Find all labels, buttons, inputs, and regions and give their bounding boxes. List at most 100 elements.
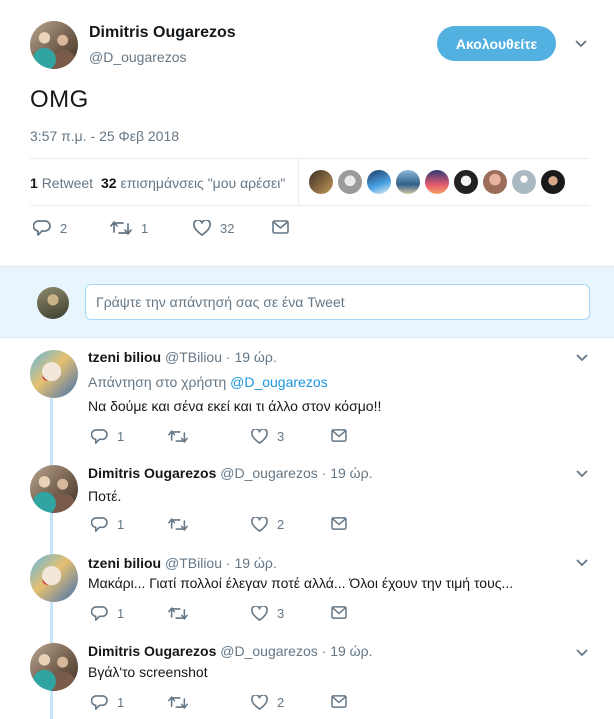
retweet-action[interactable] bbox=[168, 429, 188, 444]
retweet-action[interactable] bbox=[168, 695, 188, 710]
reply-count: 2 bbox=[60, 220, 68, 236]
like-action[interactable]: 2 bbox=[251, 517, 284, 532]
retweet-count: 1 bbox=[141, 220, 149, 236]
reply-header: Dimitris Ougarezos @D_ougarezos · 19 ώρ. bbox=[88, 465, 372, 481]
reply-action[interactable]: 2 bbox=[33, 220, 67, 236]
liker-avatar[interactable] bbox=[367, 170, 391, 194]
reply-input[interactable]: Γράψτε την απάντησή σας σε ένα Tweet bbox=[85, 284, 590, 320]
chevron-down-icon[interactable] bbox=[576, 649, 588, 657]
chevron-down-icon[interactable] bbox=[576, 559, 588, 567]
tweet-timestamp[interactable]: 3:57 π.μ. - 25 Φεβ 2018 bbox=[30, 128, 179, 144]
author-name[interactable]: Dimitris Ougarezos bbox=[89, 24, 236, 42]
liker-avatar[interactable] bbox=[512, 170, 536, 194]
reply-text: Να δούμε και σένα εκεί και τι άλλο στον … bbox=[88, 398, 382, 414]
dm-action[interactable] bbox=[331, 517, 347, 530]
reply-header: tzeni biliou @TBiliou · 19 ώρ. bbox=[88, 349, 277, 365]
reply-to-handle[interactable]: @D_ougarezos bbox=[230, 374, 328, 390]
reply-time[interactable]: · 19 ώρ. bbox=[322, 465, 373, 481]
like-icon bbox=[251, 606, 268, 621]
liker-avatar[interactable] bbox=[483, 170, 507, 194]
reply-icon bbox=[91, 606, 108, 621]
reply-tweet[interactable]: tzeni biliou @TBiliou · 19 ώρ. Μακάρι...… bbox=[0, 545, 614, 633]
reply-author-avatar[interactable] bbox=[30, 465, 78, 513]
dm-icon bbox=[331, 429, 347, 442]
reply-action[interactable]: 1 bbox=[91, 517, 124, 532]
like-action[interactable]: 32 bbox=[193, 220, 234, 236]
reply-text: Μακάρι... Γιατί πολλοί έλεγαν ποτέ αλλά.… bbox=[88, 575, 514, 591]
following-button[interactable]: Ακολουθείτε bbox=[437, 26, 556, 61]
stats-divider bbox=[298, 159, 299, 206]
tweet-stats: 1 Retweet 32 επισημάνσεις "μου αρέσει" bbox=[30, 158, 590, 206]
chevron-down-icon[interactable] bbox=[576, 470, 588, 478]
like-action[interactable]: 3 bbox=[251, 429, 284, 444]
dm-action[interactable] bbox=[331, 695, 347, 708]
retweet-action[interactable]: 1 bbox=[110, 220, 148, 236]
liker-avatars bbox=[309, 170, 570, 194]
reply-action[interactable]: 1 bbox=[91, 429, 124, 444]
reply-author-name[interactable]: tzeni biliou bbox=[88, 349, 161, 365]
reply-author-handle[interactable]: @TBiliou bbox=[165, 555, 222, 571]
reply-author-avatar[interactable] bbox=[30, 350, 78, 398]
like-action[interactable]: 2 bbox=[251, 695, 284, 710]
dm-action[interactable] bbox=[331, 429, 347, 442]
retweet-icon bbox=[110, 221, 132, 235]
liker-avatar[interactable] bbox=[454, 170, 478, 194]
tweet-text: OMG bbox=[30, 86, 89, 113]
reply-action[interactable]: 1 bbox=[91, 695, 124, 710]
liker-avatar[interactable] bbox=[425, 170, 449, 194]
liker-avatar[interactable] bbox=[309, 170, 333, 194]
reply-to-label: Απάντηση στο χρήστη bbox=[88, 374, 227, 390]
reply-author-avatar[interactable] bbox=[30, 643, 78, 691]
reply-icon bbox=[91, 429, 108, 444]
reply-tweet[interactable]: Dimitris Ougarezos @D_ougarezos · 19 ώρ.… bbox=[0, 633, 614, 719]
chevron-down-icon[interactable] bbox=[576, 354, 588, 362]
reply-time[interactable]: · 19 ώρ. bbox=[322, 643, 373, 659]
reply-author-handle[interactable]: @TBiliou bbox=[165, 349, 222, 365]
liker-avatar[interactable] bbox=[396, 170, 420, 194]
reply-author-name[interactable]: Dimitris Ougarezos bbox=[88, 465, 216, 481]
retweet-action[interactable] bbox=[168, 517, 188, 532]
likes-stat[interactable]: 32 επισημάνσεις "μου αρέσει" bbox=[101, 175, 285, 191]
reply-author-name[interactable]: tzeni biliou bbox=[88, 555, 161, 571]
retweet-icon bbox=[168, 430, 188, 443]
retweets-stat[interactable]: 1 Retweet bbox=[30, 175, 93, 191]
dm-icon bbox=[331, 517, 347, 530]
author-avatar[interactable] bbox=[30, 21, 78, 69]
retweet-icon bbox=[168, 696, 188, 709]
reply-action[interactable]: 1 bbox=[91, 606, 124, 621]
reply-time[interactable]: · 19 ώρ. bbox=[226, 555, 277, 571]
like-count: 32 bbox=[220, 220, 235, 236]
reply-author-avatar[interactable] bbox=[30, 554, 78, 602]
like-count: 2 bbox=[277, 517, 285, 532]
reply-author-handle[interactable]: @D_ougarezos bbox=[220, 465, 318, 481]
reply-icon bbox=[33, 220, 51, 236]
reply-count: 1 bbox=[117, 517, 125, 532]
like-icon bbox=[251, 517, 268, 532]
liker-avatar[interactable] bbox=[541, 170, 565, 194]
like-count: 3 bbox=[277, 606, 285, 621]
reply-to-line: Απάντηση στο χρήστη @D_ougarezos bbox=[88, 374, 328, 390]
chevron-down-icon[interactable] bbox=[575, 40, 587, 48]
main-tweet: Dimitris Ougarezos @D_ougarezos Ακολουθε… bbox=[0, 0, 614, 266]
reply-time[interactable]: · 19 ώρ. bbox=[226, 349, 277, 365]
retweet-icon bbox=[168, 518, 188, 531]
dm-action[interactable] bbox=[272, 220, 289, 234]
like-icon bbox=[193, 220, 211, 236]
like-action[interactable]: 3 bbox=[251, 606, 284, 621]
retweets-label: Retweet bbox=[41, 175, 94, 191]
dm-icon bbox=[331, 606, 347, 619]
likes-label: επισημάνσεις "μου αρέσει" bbox=[120, 175, 286, 191]
reply-author-handle[interactable]: @D_ougarezos bbox=[220, 643, 318, 659]
reply-text: Ποτέ. bbox=[88, 488, 122, 504]
reply-tweet[interactable]: Dimitris Ougarezos @D_ougarezos · 19 ώρ.… bbox=[0, 455, 614, 545]
liker-avatar[interactable] bbox=[338, 170, 362, 194]
retweet-icon bbox=[168, 607, 188, 620]
reply-tweet[interactable]: tzeni biliou @TBiliou · 19 ώρ. Απάντηση … bbox=[0, 338, 614, 455]
retweet-action[interactable] bbox=[168, 606, 188, 621]
reply-count: 1 bbox=[117, 695, 125, 710]
author-handle[interactable]: @D_ougarezos bbox=[89, 49, 187, 65]
reply-icon bbox=[91, 695, 108, 710]
dm-action[interactable] bbox=[331, 606, 347, 619]
reply-count: 1 bbox=[117, 429, 125, 444]
reply-author-name[interactable]: Dimitris Ougarezos bbox=[88, 643, 216, 659]
